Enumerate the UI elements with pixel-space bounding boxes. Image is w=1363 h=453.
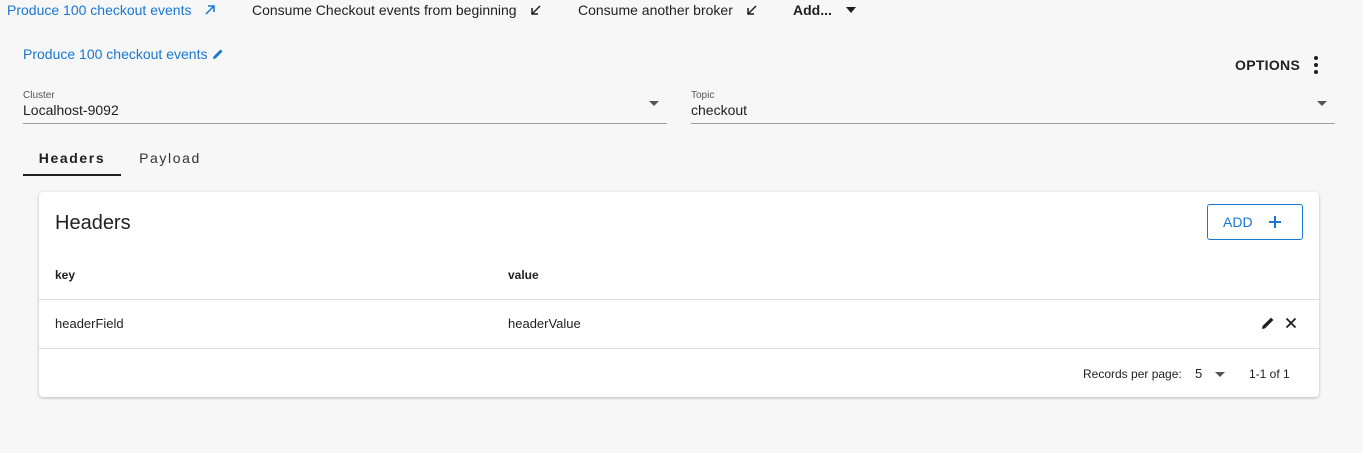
column-header-value[interactable]: value xyxy=(508,268,539,282)
add-button-label: ADD xyxy=(1223,214,1253,230)
edit-icon[interactable] xyxy=(1260,315,1276,331)
records-per-page-label: Records per page: xyxy=(1083,367,1182,381)
tab-payload[interactable]: Payload xyxy=(121,142,219,176)
headers-card-title: Headers xyxy=(55,212,131,234)
add-header-button[interactable]: ADD xyxy=(1207,204,1303,240)
divider xyxy=(39,348,1319,349)
cluster-select[interactable]: Cluster Localhost-9092 xyxy=(23,88,667,124)
divider xyxy=(39,299,1319,300)
tab-label: Consume another broker xyxy=(578,2,733,18)
options-label: OPTIONS xyxy=(1235,57,1301,73)
tab-label: Produce 100 checkout events xyxy=(7,2,192,18)
column-header-key[interactable]: key xyxy=(55,268,75,282)
arrow-up-right-icon xyxy=(203,3,217,17)
arrow-down-left-icon xyxy=(745,3,759,17)
options-menu-button[interactable]: OPTIONS xyxy=(1235,56,1319,74)
dropdown-arrow-icon xyxy=(1317,101,1327,106)
dropdown-arrow-icon xyxy=(649,101,659,106)
request-title[interactable]: Produce 100 checkout events xyxy=(23,46,224,62)
topic-select[interactable]: Topic checkout xyxy=(691,88,1335,124)
add-request-menu[interactable]: Add... xyxy=(793,2,856,18)
plus-icon xyxy=(1268,215,1282,229)
more-vert-icon xyxy=(1314,56,1319,74)
tab-consume-checkout[interactable]: Consume Checkout events from beginning xyxy=(252,2,543,18)
pencil-icon[interactable] xyxy=(212,48,224,60)
request-title-text: Produce 100 checkout events xyxy=(23,46,208,62)
cell-value: headerValue xyxy=(508,316,581,331)
cell-key: headerField xyxy=(55,316,124,331)
add-menu-label: Add... xyxy=(793,2,832,18)
cluster-value: Localhost-9092 xyxy=(23,102,119,118)
arrow-down-left-icon xyxy=(529,3,543,17)
cluster-label: Cluster xyxy=(23,90,55,101)
tab-label: Consume Checkout events from beginning xyxy=(252,2,517,18)
records-per-page-select[interactable]: 5 xyxy=(1195,366,1202,381)
tab-consume-another-broker[interactable]: Consume another broker xyxy=(578,2,759,18)
topic-label: Topic xyxy=(691,90,715,101)
tab-headers[interactable]: Headers xyxy=(23,142,121,176)
section-tabs: Headers Payload xyxy=(23,142,219,176)
tab-produce-checkout[interactable]: Produce 100 checkout events xyxy=(7,2,217,18)
request-tab-bar: Produce 100 checkout events Consume Chec… xyxy=(0,0,1363,22)
dropdown-arrow-icon[interactable] xyxy=(1215,372,1225,377)
pagination-range: 1-1 of 1 xyxy=(1249,367,1290,381)
headers-card: Headers ADD key value headerField header… xyxy=(39,192,1319,397)
caret-down-icon xyxy=(845,7,856,13)
close-icon[interactable] xyxy=(1283,315,1299,331)
topic-value: checkout xyxy=(691,102,748,118)
